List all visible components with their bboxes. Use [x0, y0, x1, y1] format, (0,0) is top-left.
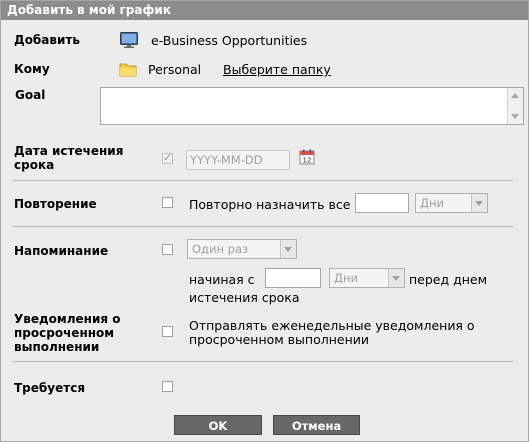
chevron-down-icon[interactable] — [388, 269, 404, 287]
add-label: Добавить — [14, 33, 80, 47]
goal-scrollbar[interactable] — [507, 88, 523, 124]
goal-textarea[interactable] — [100, 87, 524, 125]
expiry-date-input[interactable]: YYYY-MM-DD — [186, 150, 290, 170]
reminder-start-prefix: начиная с — [189, 272, 255, 287]
monitor-icon — [119, 30, 139, 50]
expiry-label-line2: срока — [14, 158, 55, 172]
reminder-label: Напоминание — [14, 244, 109, 258]
overdue-label-line2: просроченном — [14, 326, 115, 340]
svg-text:12: 12 — [303, 157, 312, 165]
add-item-name: e-Business Opportunities — [151, 33, 308, 48]
scroll-up-icon[interactable] — [511, 93, 519, 98]
expiry-checkbox[interactable] — [162, 151, 173, 164]
reminder-start-input[interactable] — [265, 268, 321, 288]
overdue-text-line1: Отправлять еженедельные уведомления о — [189, 318, 475, 333]
reminder-frequency-select[interactable]: Один раз — [187, 239, 297, 259]
goal-label: Goal — [15, 88, 46, 102]
separator — [13, 226, 513, 227]
reminder-suffix-line1: перед днем — [409, 272, 488, 287]
to-folder-name: Personal — [148, 62, 202, 77]
expiry-label: Дата истечения срока — [14, 144, 123, 172]
expiry-label-line1: Дата истечения — [14, 144, 124, 158]
to-label: Кому — [14, 62, 50, 76]
overdue-text-line2: просроченном выполнении — [189, 332, 370, 347]
folder-icon — [119, 60, 137, 78]
reminder-frequency-value: Один раз — [192, 242, 249, 256]
chevron-down-icon[interactable] — [280, 240, 296, 258]
chevron-down-icon[interactable] — [471, 194, 487, 212]
reminder-checkbox[interactable] — [162, 244, 173, 255]
overdue-label-line3: выполнении — [14, 340, 100, 354]
overdue-label-line1: Уведомления о — [14, 312, 121, 326]
reminder-unit-select[interactable]: Дни — [329, 268, 405, 288]
scroll-down-icon[interactable] — [511, 114, 519, 119]
calendar-icon[interactable]: 12 — [299, 149, 315, 165]
repeat-unit-select[interactable]: Дни — [415, 193, 488, 213]
separator — [13, 361, 513, 362]
required-label: Требуется — [14, 381, 86, 395]
dialog-title: Добавить в мой график — [1, 1, 528, 20]
overdue-label: Уведомления о просроченном выполнении — [14, 312, 120, 354]
repeat-label: Повторение — [14, 197, 97, 211]
repeat-unit-value: Дни — [420, 196, 444, 210]
repeat-count-input[interactable] — [355, 193, 409, 213]
reminder-suffix-line2: истечения срока — [189, 290, 300, 305]
overdue-checkbox[interactable] — [162, 326, 173, 337]
required-checkbox[interactable] — [162, 381, 173, 392]
choose-folder-link[interactable]: Выберите папку — [223, 62, 331, 77]
ok-button[interactable]: OK — [174, 415, 262, 435]
cancel-button[interactable]: Отмена — [273, 415, 360, 435]
repeat-text: Повторно назначить все — [189, 197, 351, 212]
repeat-checkbox[interactable] — [162, 197, 173, 208]
separator — [13, 180, 513, 181]
add-to-schedule-dialog: Добавить в мой график Добавить e-Busines… — [0, 0, 529, 442]
reminder-unit-value: Дни — [334, 271, 358, 285]
